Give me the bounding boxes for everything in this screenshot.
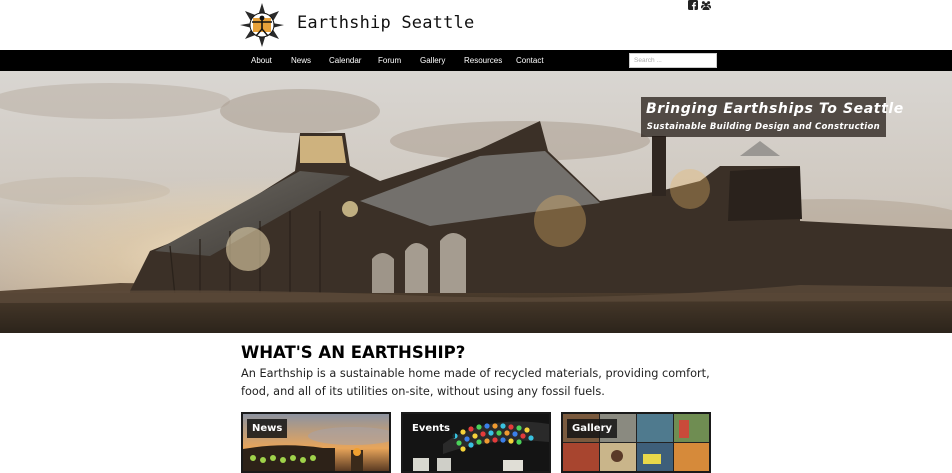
nav-item-gallery[interactable]: Gallery xyxy=(420,50,445,71)
tile-gallery[interactable]: Gallery xyxy=(561,412,711,473)
group-icon[interactable] xyxy=(701,0,711,10)
tile-label-gallery: Gallery xyxy=(567,419,618,438)
search-input[interactable] xyxy=(629,53,717,68)
nav-item-forum[interactable]: Forum xyxy=(378,50,401,71)
nav-item-news[interactable]: News xyxy=(291,50,311,71)
site-logo[interactable] xyxy=(239,2,285,48)
section-heading: WHAT'S AN EARTHSHIP? xyxy=(241,343,466,362)
nav-item-contact[interactable]: Contact xyxy=(516,50,544,71)
tile-events[interactable]: Events xyxy=(401,412,551,473)
vitruvian-star-logo-icon xyxy=(240,3,284,47)
nav-item-calendar[interactable]: Calendar xyxy=(329,50,361,71)
site-title[interactable]: Earthship Seattle xyxy=(297,13,474,33)
hero-subtitle: Sustainable Building Design and Construc… xyxy=(646,122,880,132)
hero-tagline: Bringing Earthships To Seattle xyxy=(646,101,904,117)
facebook-icon[interactable] xyxy=(688,0,698,10)
tile-label-events: Events xyxy=(407,419,455,438)
social-links xyxy=(688,0,711,10)
tile-news[interactable]: News xyxy=(241,412,391,473)
main-nav: About News Calendar Forum Gallery Resour… xyxy=(0,50,952,71)
nav-item-resources[interactable]: Resources xyxy=(464,50,502,71)
nav-item-about[interactable]: About xyxy=(251,50,272,71)
intro-paragraph: An Earthship is a sustainable home made … xyxy=(241,367,710,398)
tile-label-news: News xyxy=(247,419,288,438)
site-header: Earthship Seattle xyxy=(0,0,952,50)
hero-tagline-box: Bringing Earthships To Seattle Sustainab… xyxy=(641,97,903,137)
